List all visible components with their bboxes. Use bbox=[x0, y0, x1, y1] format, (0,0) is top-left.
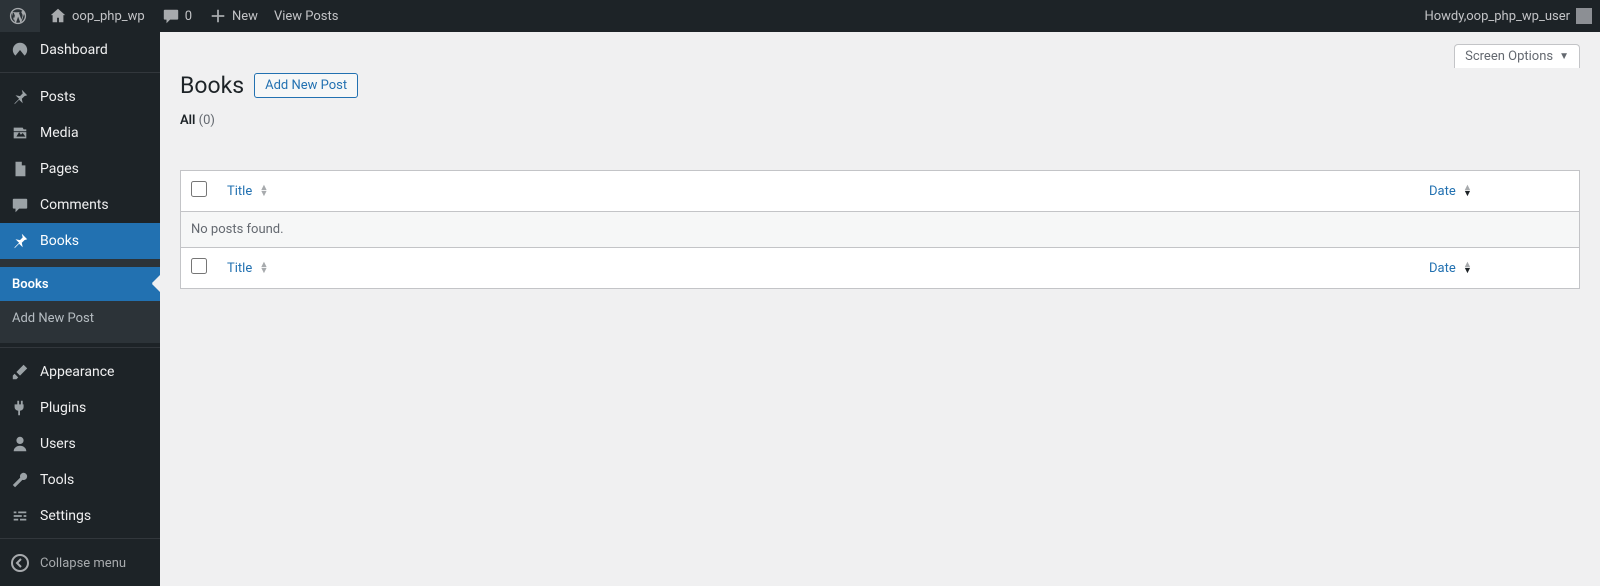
collapse-icon bbox=[10, 553, 30, 573]
adminbar-wp-logo[interactable] bbox=[0, 0, 40, 32]
column-footer-title[interactable]: Title ▲▼ bbox=[217, 248, 1419, 288]
sidebar-item-label: Media bbox=[40, 125, 79, 141]
select-all-checkbox-bottom[interactable] bbox=[191, 258, 207, 274]
plus-icon bbox=[208, 6, 228, 26]
column-date-label: Date bbox=[1429, 184, 1456, 199]
column-footer-date[interactable]: Date ▲▼ bbox=[1419, 248, 1579, 288]
sidebar-item-label: Comments bbox=[40, 197, 109, 213]
column-date-label: Date bbox=[1429, 261, 1456, 276]
sidebar-subitem-add-new-post[interactable]: Add New Post bbox=[0, 301, 160, 335]
sidebar-item-label: Dashboard bbox=[40, 42, 108, 58]
sidebar-item-tools[interactable]: Tools bbox=[0, 462, 160, 498]
adminbar-site-name-label: oop_php_wp bbox=[72, 9, 145, 24]
sidebar-item-comments[interactable]: Comments bbox=[0, 187, 160, 223]
adminbar-howdy-prefix: Howdy, bbox=[1424, 9, 1466, 24]
sidebar-subitem-label: Add New Post bbox=[12, 311, 94, 326]
column-header-title[interactable]: Title ▲▼ bbox=[217, 171, 1419, 211]
sidebar-item-label: Pages bbox=[40, 161, 79, 177]
adminbar-user-name: oop_php_wp_user bbox=[1466, 9, 1570, 24]
select-all-checkbox-top[interactable] bbox=[191, 181, 207, 197]
adminbar-comments-count: 0 bbox=[185, 9, 192, 24]
page-icon bbox=[10, 159, 30, 179]
sidebar-item-label: Users bbox=[40, 436, 76, 452]
page-title: Books bbox=[180, 72, 244, 99]
sidebar-item-settings[interactable]: Settings bbox=[0, 498, 160, 534]
adminbar-new-label: New bbox=[232, 9, 258, 24]
wrench-icon bbox=[10, 470, 30, 490]
sort-icon: ▲▼ bbox=[259, 185, 268, 197]
user-icon bbox=[10, 434, 30, 454]
avatar-icon bbox=[1576, 8, 1592, 24]
collapse-menu-label: Collapse menu bbox=[40, 556, 126, 571]
sidebar-item-label: Tools bbox=[40, 472, 74, 488]
column-title-label: Title bbox=[227, 184, 252, 199]
sidebar-item-books[interactable]: Books bbox=[0, 223, 160, 259]
adminbar-new[interactable]: New bbox=[200, 0, 266, 32]
column-header-date[interactable]: Date ▲▼ bbox=[1419, 171, 1579, 211]
sidebar-item-label: Settings bbox=[40, 508, 91, 524]
sort-icon: ▲▼ bbox=[1463, 262, 1472, 274]
pin-icon bbox=[10, 87, 30, 107]
sidebar-item-label: Plugins bbox=[40, 400, 86, 416]
chevron-down-icon: ▼ bbox=[1559, 51, 1569, 62]
filter-all-label: All bbox=[180, 113, 195, 128]
comment-icon bbox=[161, 6, 181, 26]
list-filter[interactable]: All (0) bbox=[180, 113, 1580, 128]
adminbar-view-posts-label: View Posts bbox=[274, 9, 339, 24]
dashboard-icon bbox=[10, 40, 30, 60]
empty-state-text: No posts found. bbox=[181, 211, 1579, 248]
column-title-label: Title bbox=[227, 261, 252, 276]
sidebar-item-media[interactable]: Media bbox=[0, 115, 160, 151]
sidebar-subitem-label: Books bbox=[12, 277, 49, 292]
screen-options-button[interactable]: Screen Options ▼ bbox=[1454, 44, 1580, 68]
add-new-post-button[interactable]: Add New Post bbox=[254, 73, 358, 98]
sort-icon: ▲▼ bbox=[259, 262, 268, 274]
sidebar-item-label: Books bbox=[40, 233, 79, 249]
adminbar-my-account[interactable]: Howdy, oop_php_wp_user bbox=[1416, 0, 1600, 32]
plug-icon bbox=[10, 398, 30, 418]
filter-all-count: (0) bbox=[199, 113, 215, 128]
sidebar-item-appearance[interactable]: Appearance bbox=[0, 354, 160, 390]
sort-icon: ▲▼ bbox=[1463, 185, 1472, 197]
sidebar-item-users[interactable]: Users bbox=[0, 426, 160, 462]
adminbar-site-name[interactable]: oop_php_wp bbox=[40, 0, 153, 32]
pin-icon bbox=[10, 231, 30, 251]
sidebar-item-pages[interactable]: Pages bbox=[0, 151, 160, 187]
sidebar-item-label: Appearance bbox=[40, 364, 114, 380]
adminbar-view-posts[interactable]: View Posts bbox=[266, 0, 347, 32]
wordpress-icon bbox=[8, 6, 28, 26]
adminbar-comments[interactable]: 0 bbox=[153, 0, 200, 32]
comment-icon bbox=[10, 195, 30, 215]
sidebar-subitem-books[interactable]: Books bbox=[0, 267, 160, 301]
collapse-menu-button[interactable]: Collapse menu bbox=[0, 545, 160, 581]
sidebar-item-label: Posts bbox=[40, 89, 76, 105]
sliders-icon bbox=[10, 506, 30, 526]
brush-icon bbox=[10, 362, 30, 382]
media-icon bbox=[10, 123, 30, 143]
home-icon bbox=[48, 6, 68, 26]
sidebar-item-posts[interactable]: Posts bbox=[0, 79, 160, 115]
sidebar-item-dashboard[interactable]: Dashboard bbox=[0, 32, 160, 68]
screen-options-label: Screen Options bbox=[1465, 49, 1553, 64]
sidebar-item-plugins[interactable]: Plugins bbox=[0, 390, 160, 426]
